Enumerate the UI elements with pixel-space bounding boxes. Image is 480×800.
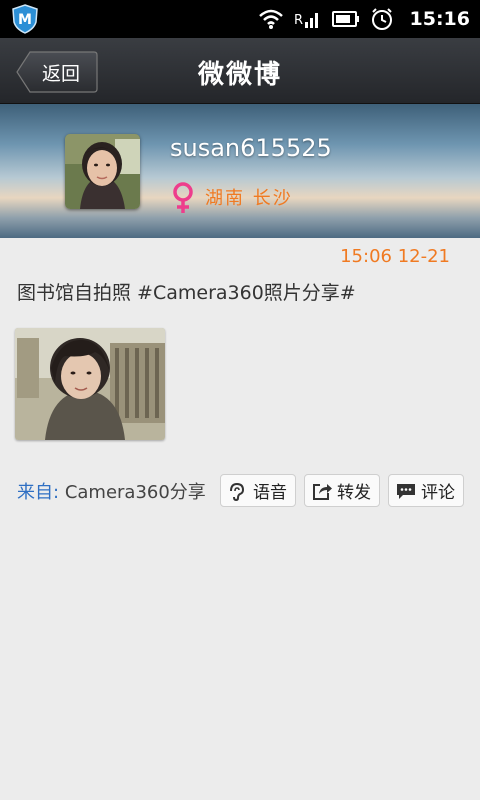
comment-button[interactable]: 评论	[388, 474, 464, 507]
app-m-icon: M	[12, 4, 38, 34]
source-name[interactable]: Camera360分享	[65, 482, 206, 503]
avatar[interactable]	[65, 134, 140, 209]
post-actions: 语音 转发 评论	[220, 474, 464, 507]
post-timestamp: 15:06 12-21	[340, 246, 450, 267]
post-text: 图书馆自拍照 #Camera360照片分享#	[17, 282, 356, 304]
location: 湖南 长沙	[205, 188, 293, 209]
post-source: 来自: Camera360分享	[17, 478, 206, 504]
page-title: 微微博	[197, 60, 282, 90]
repost-button[interactable]: 转发	[304, 474, 380, 507]
voice-label: 语音	[253, 483, 287, 503]
comment-icon	[397, 483, 415, 499]
voice-icon	[230, 482, 245, 501]
signal-icon: R	[294, 13, 318, 28]
voice-button[interactable]: 语音	[220, 474, 296, 507]
svg-text:M: M	[18, 12, 32, 28]
alarm-icon	[371, 8, 392, 30]
svg-text:R: R	[294, 13, 303, 28]
comment-label: 评论	[421, 483, 455, 503]
repost-label: 转发	[337, 483, 371, 503]
wifi-icon	[258, 9, 283, 29]
female-icon	[173, 182, 193, 213]
repost-icon	[313, 483, 332, 500]
status-bar: M R 15:16	[0, 0, 480, 38]
post-image[interactable]	[15, 328, 165, 440]
battery-icon	[331, 11, 359, 27]
source-label: 来自:	[17, 482, 60, 503]
username: susan615525	[170, 134, 332, 162]
profile-banner: susan615525 湖南 长沙	[0, 104, 480, 238]
status-time: 15:16	[409, 8, 470, 30]
title-bar: 返回 微微博	[0, 38, 480, 104]
